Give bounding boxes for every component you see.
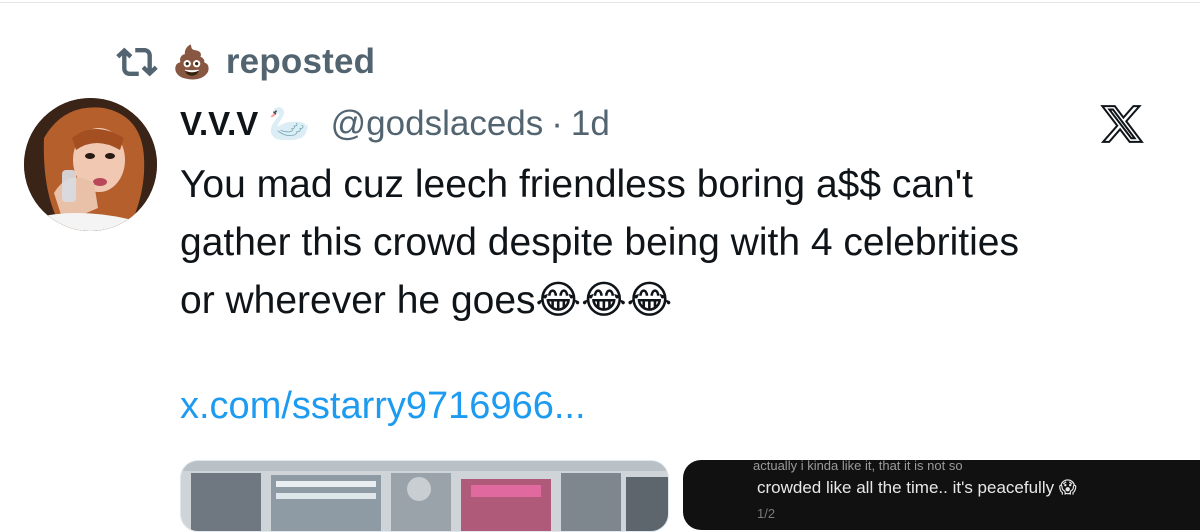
media-right-image[interactable]: actually i kinda like it, that it is not… (683, 460, 1200, 530)
author-handle[interactable]: @godslaceds (331, 104, 544, 144)
reposter-emoji: 💩 (172, 43, 212, 81)
media-right-page-indicator: 1/2 (757, 506, 776, 521)
tweet-link[interactable]: x.com/sstarry9716966... (180, 385, 586, 428)
tweet-text-line-2: gather this crowd despite being with 4 c… (180, 221, 1019, 264)
separator-dot: · (551, 104, 563, 143)
media-right-top-text: actually i kinda like it, that it is not… (753, 460, 963, 473)
reposted-label: reposted (225, 42, 376, 81)
top-divider (0, 2, 1200, 3)
x-logo-icon[interactable] (1100, 102, 1144, 146)
swan-emoji: 🦢 (268, 104, 311, 144)
tweet-text: You mad cuz leech friendless boring a$$ … (180, 156, 1170, 330)
tweet-text-line-3-text: or wherever he goes (180, 279, 536, 322)
avatar-photo (24, 98, 157, 231)
avatar[interactable] (24, 98, 157, 231)
author-display-name[interactable]: V.V.V (180, 105, 258, 143)
media-right-caption-text: crowded like all the time.. it's peacefu… (757, 478, 1055, 497)
tweet-text-line-1: You mad cuz leech friendless boring a$$ … (180, 163, 974, 206)
author-row: V.V.V 🦢 @godslaceds · 1d (180, 96, 610, 152)
laughing-emojis: 😂😂😂 (535, 278, 673, 323)
post-time[interactable]: 1d (571, 104, 610, 144)
tweet-text-line-3: or wherever he goes😂😂😂 (180, 272, 1170, 330)
media-right-caption: crowded like all the time.. it's peacefu… (757, 478, 1077, 498)
media-left-image[interactable] (180, 460, 669, 532)
screaming-emoji: 😱 (1058, 478, 1077, 498)
repost-icon (116, 47, 158, 77)
mall-photo (181, 461, 668, 531)
repost-header[interactable]: 💩 reposted (116, 40, 375, 84)
